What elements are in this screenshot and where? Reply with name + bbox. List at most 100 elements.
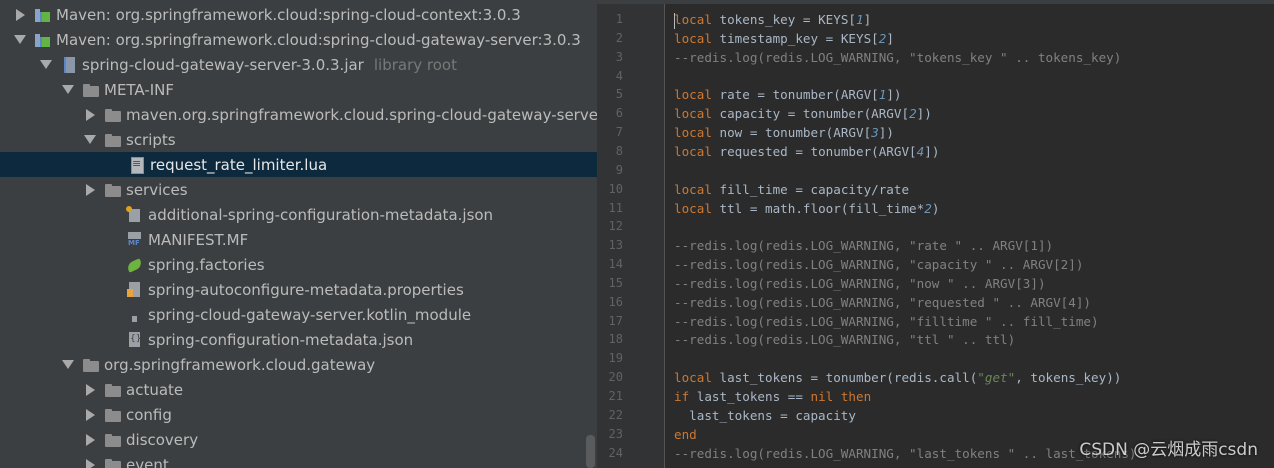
collapse-arrow-icon[interactable] (84, 108, 96, 122)
line-number: 22 (608, 407, 623, 422)
collapse-arrow-icon[interactable] (84, 408, 96, 422)
code-token: --redis.log(redis.LOG_WARNING, "tokens_k… (674, 49, 1122, 65)
code-editor[interactable]: 1 2 3 4 5 6 7 8 9 10 11 12 13 14 15 16 17 18 19 20 21 22 23 24 … (597, 0, 1274, 468)
manifest-file-icon (126, 231, 144, 249)
tree-item[interactable]: spring-cloud-gateway-server-3.0.3.jar lib… (0, 52, 597, 77)
line-number: 16 (608, 294, 623, 309)
collapse-arrow-icon[interactable] (84, 383, 96, 397)
editor-tab-strip (597, 0, 1274, 4)
collapse-arrow-icon[interactable] (14, 8, 26, 22)
code-token: timestamp_key = KEYS[ (711, 30, 879, 46)
watermark: CSDN @云烟成雨csdn (1079, 440, 1258, 460)
library-root-hint: library root (373, 55, 457, 74)
code-token: ]) (886, 87, 902, 103)
project-tree-panel: Maven: org.springframework.cloud:spring-… (0, 0, 597, 468)
collapse-arrow-icon[interactable] (84, 458, 96, 468)
code-line[interactable]: local capacity = tonumber(ARGV[2]) (674, 104, 932, 123)
tree-item[interactable]: spring-configuration-metadata.json (0, 327, 597, 352)
tree-item[interactable]: spring-autoconfigure-metadata.properties (0, 277, 597, 302)
json-config-file-icon (126, 331, 144, 349)
tree-item-label: spring-cloud-gateway-server.kotlin_modul… (148, 305, 472, 324)
code-token: 3 (871, 125, 879, 141)
json-file-icon (126, 205, 144, 224)
tree-item[interactable]: maven.org.springframework.cloud.spring-c… (0, 102, 597, 127)
code-token: ) (931, 200, 940, 216)
code-token: ] (863, 12, 872, 27)
tree-item[interactable]: Maven: org.springframework.cloud:spring-… (0, 2, 597, 27)
line-number: 7 (615, 125, 623, 140)
kotlin-module-file-icon (126, 306, 144, 324)
code-line[interactable]: --redis.log(redis.LOG_WARNING, "requeste… (674, 293, 1091, 312)
code-line[interactable]: --redis.log(redis.LOG_WARNING, "ttl " ..… (674, 330, 1015, 349)
code-token: --redis.log(redis.LOG_WARNING, "filltime… (674, 313, 1099, 329)
expand-arrow-icon[interactable] (62, 83, 74, 97)
code-token: local (674, 143, 712, 159)
code-line[interactable]: local ttl = math.floor(fill_time*2) (674, 199, 939, 218)
tree-item[interactable]: discovery (0, 427, 597, 452)
code-line[interactable]: --redis.log(redis.LOG_WARNING, "rate " .… (674, 236, 1053, 255)
code-token: ]) (924, 143, 940, 159)
code-token: --redis.log(redis.LOG_WARNING, "capacity… (674, 257, 1084, 273)
code-line[interactable]: --redis.log(redis.LOG_WARNING, "tokens_k… (674, 48, 1121, 67)
code-line[interactable]: local now = tonumber(ARGV[3]) (674, 123, 894, 142)
collapse-arrow-icon[interactable] (84, 183, 96, 197)
tree-item[interactable]: spring.factories (0, 252, 597, 277)
tree-item-label: MANIFEST.MF (148, 230, 249, 249)
tree-item-label: request_rate_limiter.lua (150, 155, 328, 174)
collapse-arrow-icon[interactable] (84, 433, 96, 447)
line-number: 24 (608, 445, 623, 460)
tree-item[interactable]: request_rate_limiter.lua (0, 152, 597, 177)
tree-item-label: spring-autoconfigure-metadata.properties (148, 280, 464, 299)
line-number: 1 (615, 12, 623, 26)
tree-item[interactable]: config (0, 402, 597, 427)
code-line[interactable]: --redis.log(redis.LOG_WARNING, "last_tok… (674, 444, 1137, 463)
tree-item[interactable]: services (0, 177, 597, 202)
expand-arrow-icon[interactable] (40, 58, 52, 72)
tree-item[interactable]: spring-cloud-gateway-server.kotlin_modul… (0, 302, 597, 327)
no-arrow (106, 258, 118, 272)
code-line[interactable]: if last_tokens == nil then (674, 387, 871, 406)
tree-scrollbar[interactable] (586, 435, 595, 468)
code-token: fill_time = capacity/rate (711, 181, 910, 197)
library-icon (34, 31, 52, 49)
expand-arrow-icon[interactable] (62, 358, 74, 372)
jar-icon (60, 56, 78, 74)
code-line[interactable]: local tokens_key = KEYS[1] (674, 10, 871, 29)
tree-item[interactable]: org.springframework.cloud.gateway (0, 352, 597, 377)
code-line[interactable]: local last_tokens = tonumber(redis.call(… (674, 368, 1121, 387)
tree-item-label: discovery (126, 430, 199, 449)
code-line[interactable]: end (674, 425, 697, 444)
tree-item[interactable]: event (0, 452, 597, 468)
tree-item[interactable]: MANIFEST.MF (0, 227, 597, 252)
code-token: local (674, 125, 712, 141)
code-token: --redis.log(redis.LOG_WARNING, "requeste… (674, 294, 1092, 310)
code-line[interactable]: --redis.log(redis.LOG_WARNING, "capacity… (674, 255, 1083, 274)
code-line[interactable]: last_tokens = capacity (674, 406, 856, 425)
code-line[interactable]: --redis.log(redis.LOG_WARNING, "now " ..… (674, 274, 1046, 293)
code-token: ] (886, 30, 894, 46)
code-token: ]) (878, 125, 894, 141)
tree-item[interactable]: additional-spring-configuration-metadata… (0, 202, 597, 227)
expand-arrow-icon[interactable] (84, 133, 96, 147)
no-arrow (106, 333, 118, 347)
expand-arrow-icon[interactable] (14, 33, 26, 47)
line-number: 13 (608, 238, 623, 253)
tree-item-label: Maven: org.springframework.cloud:spring-… (56, 30, 581, 49)
tree-item[interactable]: scripts (0, 127, 597, 152)
code-line[interactable]: local requested = tonumber(ARGV[4]) (674, 142, 939, 161)
code-line[interactable]: local timestamp_key = KEYS[2] (674, 29, 894, 48)
code-token: --redis.log(redis.LOG_WARNING, "ttl " ..… (674, 332, 1016, 348)
tree-item[interactable]: META-INF (0, 77, 597, 102)
line-number: 6 (615, 106, 623, 121)
code-token: 1 (855, 12, 864, 27)
code-line[interactable]: --redis.log(redis.LOG_WARNING, "filltime… (674, 312, 1099, 331)
folder-icon (104, 381, 122, 399)
tree-item[interactable]: Maven: org.springframework.cloud:spring-… (0, 27, 597, 52)
no-arrow (108, 158, 120, 172)
tree-item[interactable]: actuate (0, 377, 597, 402)
lua-file-icon (128, 156, 146, 174)
code-line[interactable]: local fill_time = capacity/rate (674, 180, 909, 199)
code-line[interactable]: local rate = tonumber(ARGV[1]) (674, 85, 902, 104)
code-token: requested = tonumber(ARGV[ (711, 143, 917, 159)
line-number: 20 (608, 370, 623, 385)
